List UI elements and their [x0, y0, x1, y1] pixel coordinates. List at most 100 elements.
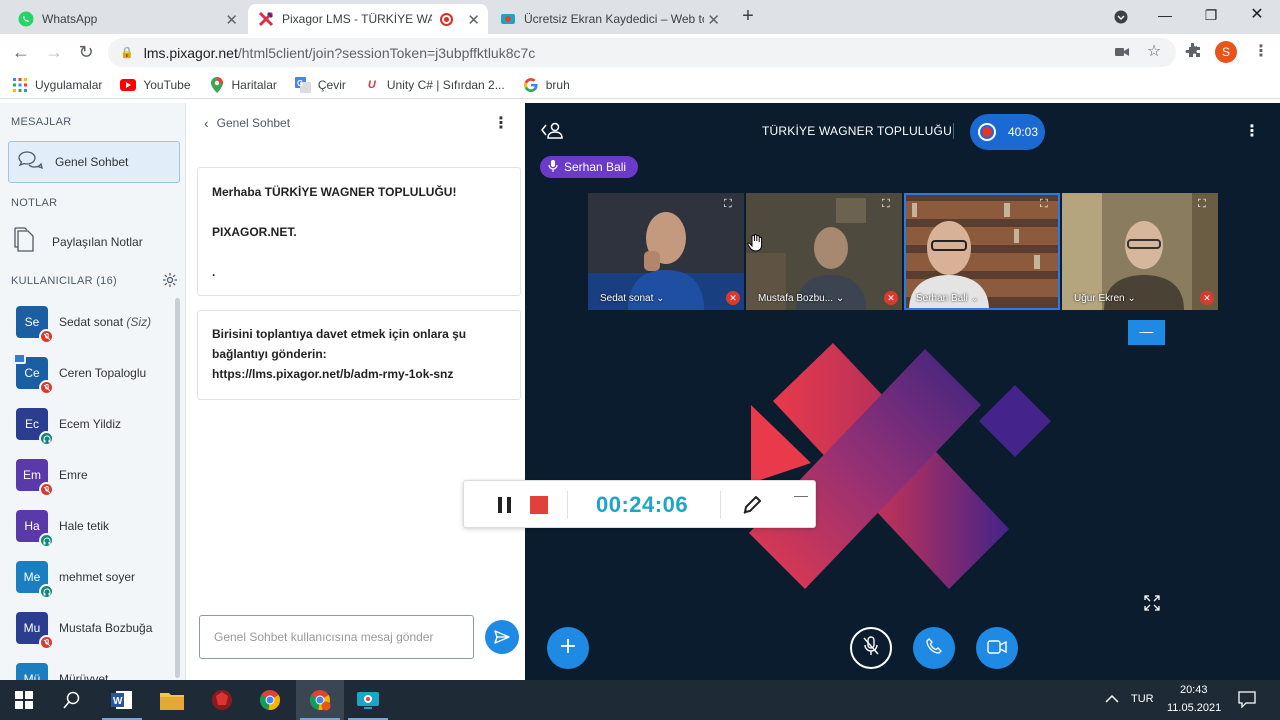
pause-recording-button[interactable] — [498, 497, 512, 513]
stop-recording-button[interactable] — [530, 496, 548, 514]
microphone-icon — [548, 159, 558, 175]
search-icon[interactable] — [48, 680, 96, 720]
file-explorer-icon[interactable] — [148, 680, 196, 720]
user-item[interactable]: Mü Mürüvvet — [16, 661, 176, 680]
back-arrow-icon[interactable]: ← — [9, 40, 33, 64]
browser-toolbar: ← → ↻ 🔒 lms.pixagor.net/html5client/join… — [0, 34, 1280, 71]
fullscreen-icon[interactable]: ⛶ — [1198, 198, 1212, 212]
bookmark-youtube[interactable]: YouTube — [120, 77, 191, 93]
recording-status-button[interactable]: 40:03 — [970, 114, 1045, 150]
new-tab-button[interactable]: + — [738, 4, 758, 30]
video-tile[interactable]: ⛶ Mustafa Bozbu... ⌄ ✕ — [746, 193, 902, 310]
leave-audio-button[interactable] — [913, 627, 955, 669]
pixagor-icon — [258, 11, 274, 27]
word-app-icon[interactable]: W — [98, 680, 146, 720]
forward-arrow-icon[interactable]: → — [42, 40, 66, 64]
tab-strip: WhatsApp ✕ Pixagor LMS - TÜRKİYE WAG ✕ Ü… — [0, 0, 1280, 34]
tab-pixagor[interactable]: Pixagor LMS - TÜRKİYE WAG ✕ — [248, 4, 488, 34]
gear-icon[interactable] — [162, 272, 178, 288]
bookmark-unity[interactable]: U Unity C# | Sıfırdan 2... — [364, 77, 505, 93]
close-window-button[interactable]: ✕ — [1234, 0, 1280, 30]
google-icon — [523, 77, 539, 93]
chrome-icon[interactable] — [246, 680, 294, 720]
user-item[interactable]: Mu Mustafa Bozbuğa — [16, 610, 176, 650]
user-item[interactable]: Ha Hale tetik — [16, 508, 176, 548]
bookmark-translate[interactable]: G Çevir — [294, 76, 346, 93]
avatar: Em — [16, 459, 54, 497]
clock-date[interactable]: 11.05.2021 — [1167, 702, 1221, 714]
fullscreen-icon[interactable] — [1144, 595, 1160, 614]
hand-cursor-icon — [747, 234, 763, 257]
actions-plus-button[interactable] — [547, 627, 589, 669]
extensions-icon[interactable] — [1183, 42, 1203, 62]
public-chat-item[interactable]: Genel Sohbet — [8, 141, 180, 183]
user-name: Ceren Topaloglu — [59, 366, 147, 380]
screen-recorder-app-icon[interactable] — [344, 680, 392, 720]
user-item[interactable]: Me mehmet soyer — [16, 559, 176, 599]
user-item[interactable]: Ec Ecem Yildiz — [16, 406, 176, 446]
chat-message-input[interactable]: Genel Sohbet kullanıcısına mesaj gönder — [199, 615, 474, 659]
bookmark-maps[interactable]: Haritalar — [209, 76, 277, 93]
translate-icon: G — [294, 76, 311, 93]
talking-user: Serhan Bali — [564, 160, 627, 174]
fullscreen-icon[interactable]: ⛶ — [882, 198, 896, 212]
game-app-icon[interactable] — [198, 680, 246, 720]
unmute-button[interactable] — [850, 627, 892, 669]
chat-options-icon[interactable]: ⋮ — [493, 113, 509, 133]
clock-time[interactable]: 20:43 — [1180, 684, 1208, 696]
video-tile[interactable]: ⛶ Uğur Ekren ⌄ ✕ — [1062, 193, 1218, 310]
user-item[interactable]: Se Sedat sonat (Siz) — [16, 304, 176, 344]
recorder-elapsed-time: 00:24:06 — [596, 492, 689, 517]
minimize-window-button[interactable]: — — [1142, 0, 1188, 30]
bookmark-apps[interactable]: Uygulamalar — [12, 77, 102, 93]
udemy-icon: U — [367, 78, 376, 91]
bookmark-label: Unity C# | Sıfırdan 2... — [386, 77, 505, 92]
chevron-up-icon[interactable] — [1105, 691, 1119, 707]
minimize-videos-button[interactable]: — — [1128, 320, 1165, 345]
address-bar[interactable]: 🔒 lms.pixagor.net/html5client/join?sessi… — [108, 38, 1176, 67]
browser-menu-icon[interactable]: ⋮ — [1251, 42, 1271, 62]
meeting-options-icon[interactable]: ⋮ — [1244, 121, 1260, 141]
chat-bubble-icon — [17, 150, 43, 175]
draw-pen-button[interactable] — [741, 494, 763, 521]
user-item[interactable]: Ce Ceren Topaloglu — [13, 353, 176, 395]
notifications-icon[interactable] — [1238, 690, 1256, 711]
user-list-scrollbar[interactable] — [175, 298, 180, 678]
bookmark-star-icon[interactable]: ☆ — [1144, 42, 1164, 62]
invite-link[interactable]: https://lms.pixagor.net/b/adm-rmy-1ok-sn… — [212, 364, 506, 384]
fullscreen-icon[interactable]: ⛶ — [1040, 198, 1054, 212]
youtube-icon — [120, 77, 137, 93]
chat-header[interactable]: ‹ Genel Sohbet — [204, 115, 290, 131]
close-tab-icon[interactable]: ✕ — [225, 11, 238, 29]
input-language[interactable]: TUR — [1131, 693, 1154, 705]
chrome-profile-icon[interactable] — [296, 680, 344, 720]
bookmark-bruh[interactable]: bruh — [523, 77, 570, 93]
avatar: Mü — [16, 663, 48, 680]
share-webcam-button[interactable] — [976, 627, 1018, 669]
user-item[interactable]: Em Emre — [16, 457, 176, 497]
camera-permission-icon[interactable] — [1112, 42, 1132, 62]
close-tab-icon[interactable]: ✕ — [467, 11, 480, 29]
recording-indicator-icon — [440, 13, 453, 26]
headphones-icon — [39, 533, 54, 548]
tab-screen-recorder[interactable]: Ücretsiz Ekran Kaydedici – Web tc ✕ — [490, 4, 728, 34]
minimize-recorder-button[interactable]: — — [794, 487, 808, 503]
windows-start-button[interactable] — [0, 680, 48, 720]
url-host: lms.pixagor.net — [143, 44, 238, 61]
tab-search-icon[interactable] — [1098, 2, 1144, 32]
avatar-initials: Em — [23, 468, 41, 482]
reload-icon[interactable]: ↻ — [74, 40, 98, 64]
avatar-initials: Se — [24, 315, 40, 329]
video-tile-active[interactable]: ⛶ Serhan Bali ⌄ — [904, 193, 1060, 310]
shared-notes-item[interactable]: Paylaşılan Notlar — [14, 227, 143, 256]
pen-icon — [741, 496, 763, 520]
fullscreen-icon[interactable]: ⛶ — [724, 198, 738, 212]
divider — [567, 491, 568, 519]
toggle-userlist-button[interactable] — [540, 121, 564, 142]
tab-whatsapp[interactable]: WhatsApp ✕ — [8, 4, 246, 34]
send-message-button[interactable] — [485, 620, 519, 654]
video-tile[interactable]: ⛶ Sedat sonat ⌄ ✕ — [588, 193, 744, 310]
profile-avatar[interactable]: S — [1215, 41, 1237, 63]
close-tab-icon[interactable]: ✕ — [707, 11, 720, 29]
restore-window-button[interactable]: ❐ — [1188, 0, 1234, 30]
